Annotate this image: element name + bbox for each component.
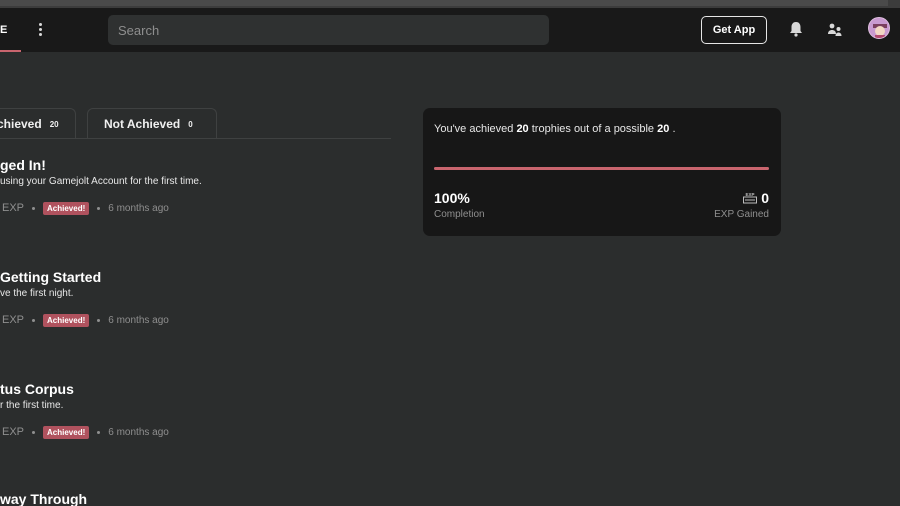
completion-label: Completion: [434, 209, 485, 220]
tabs-divider: [0, 138, 391, 139]
trophy-summary-card: You've achieved 20 trophies out of a pos…: [423, 108, 781, 236]
tab-not-achieved-count: 0: [188, 119, 193, 129]
trophy-meta: EXP Achieved! 6 months ago: [0, 200, 169, 216]
trophy-exp: EXP: [2, 202, 25, 214]
completion-value: 100%: [434, 190, 470, 206]
separator-dot: [97, 206, 101, 210]
tab-achieved-count: 20: [49, 119, 59, 129]
browser-top-strip: [0, 0, 900, 8]
summary-achieved-count: 20: [516, 123, 529, 135]
trophy-meta: EXP Achieved! 6 months ago: [0, 424, 169, 440]
summary-suffix: .: [672, 123, 676, 135]
more-options-icon[interactable]: [34, 21, 46, 39]
tab-not-achieved-label: Not Achieved: [104, 117, 181, 131]
trophy-exp: EXP: [2, 426, 25, 438]
trophy-time: 6 months ago: [108, 202, 169, 214]
nav-section-tab[interactable]: E: [0, 8, 21, 52]
tab-achieved-label: chieved: [0, 117, 42, 131]
achieved-badge: Achieved!: [43, 201, 90, 215]
trophy-exp: EXP: [2, 314, 25, 326]
get-app-button[interactable]: Get App: [701, 16, 767, 44]
achieved-badge: Achieved!: [43, 425, 90, 439]
trophy-meta: EXP Achieved! 6 months ago: [0, 312, 169, 328]
browser-scroll-strip: [0, 0, 888, 6]
summary-total-count: 20: [657, 123, 670, 135]
trophy-description: ve the first night.: [0, 288, 74, 299]
separator-dot: [97, 430, 101, 434]
summary-text: You've achieved 20 trophies out of a pos…: [434, 123, 676, 135]
completion-progress-fill: [434, 167, 769, 170]
exp-icon: EXP: [743, 192, 758, 204]
friends-icon[interactable]: [826, 21, 844, 39]
trophy-title: tus Corpus: [0, 381, 74, 397]
trophy-time: 6 months ago: [108, 314, 169, 326]
exp-gained-value: 0: [761, 190, 769, 206]
separator-dot: [97, 318, 101, 322]
achieved-badge: Achieved!: [43, 313, 90, 327]
summary-middle: trophies out of a possible: [531, 123, 655, 135]
completion-progress-bar: [434, 167, 769, 170]
summary-prefix: You've achieved: [434, 123, 514, 135]
separator-dot: [32, 206, 36, 210]
avatar-image-icon: [869, 18, 889, 38]
top-navbar: E Get App: [0, 8, 900, 52]
tab-achieved[interactable]: chieved 20: [0, 108, 76, 139]
trophy-title: way Through: [0, 491, 88, 506]
trophy-time: 6 months ago: [108, 426, 169, 438]
tab-not-achieved[interactable]: Not Achieved 0: [87, 108, 217, 139]
separator-dot: [32, 318, 36, 322]
trophy-description: r the first time.: [0, 400, 64, 411]
exp-gained-value-group: EXP 0: [743, 190, 769, 206]
svg-text:EXP: EXP: [746, 192, 755, 197]
trophy-description: using your Gamejolt Account for the firs…: [0, 176, 202, 187]
user-avatar[interactable]: [868, 17, 890, 39]
bell-icon[interactable]: [788, 20, 804, 38]
trophy-title: Getting Started: [0, 269, 102, 285]
search-input[interactable]: [108, 15, 549, 45]
exp-gained-label: EXP Gained: [714, 209, 769, 220]
trophy-title: ged In!: [0, 157, 46, 173]
separator-dot: [32, 430, 36, 434]
